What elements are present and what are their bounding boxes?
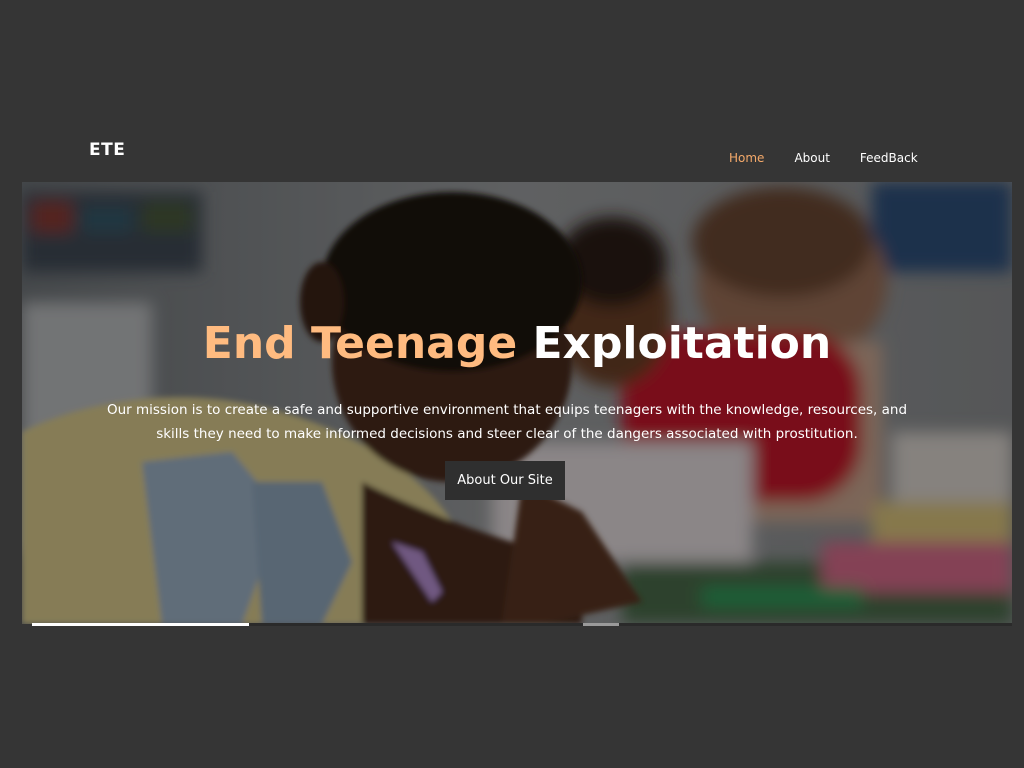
nav-feedback-link[interactable]: FeedBack [860,151,918,165]
hero-slider: End Teenage Exploitation Our mission is … [22,182,1012,624]
hero-title: End Teenage Exploitation [22,318,1012,369]
hero-title-accent: End Teenage [202,318,518,369]
site-logo[interactable]: ETE [89,140,125,160]
hero-description: Our mission is to create a safe and supp… [106,402,908,442]
nav-home-link[interactable]: Home [729,151,764,165]
slider-indicator-2[interactable] [249,623,583,626]
main-nav: Home About FeedBack [729,151,918,165]
slider-indicator-4[interactable] [619,623,1012,626]
hero-title-rest: Exploitation [532,318,832,369]
about-our-site-button[interactable]: About Our Site [445,461,565,500]
slider-indicator-3[interactable] [583,623,619,626]
nav-about-link[interactable]: About [794,151,829,165]
slider-progress [32,623,1012,626]
slider-indicator-1[interactable] [32,623,249,626]
